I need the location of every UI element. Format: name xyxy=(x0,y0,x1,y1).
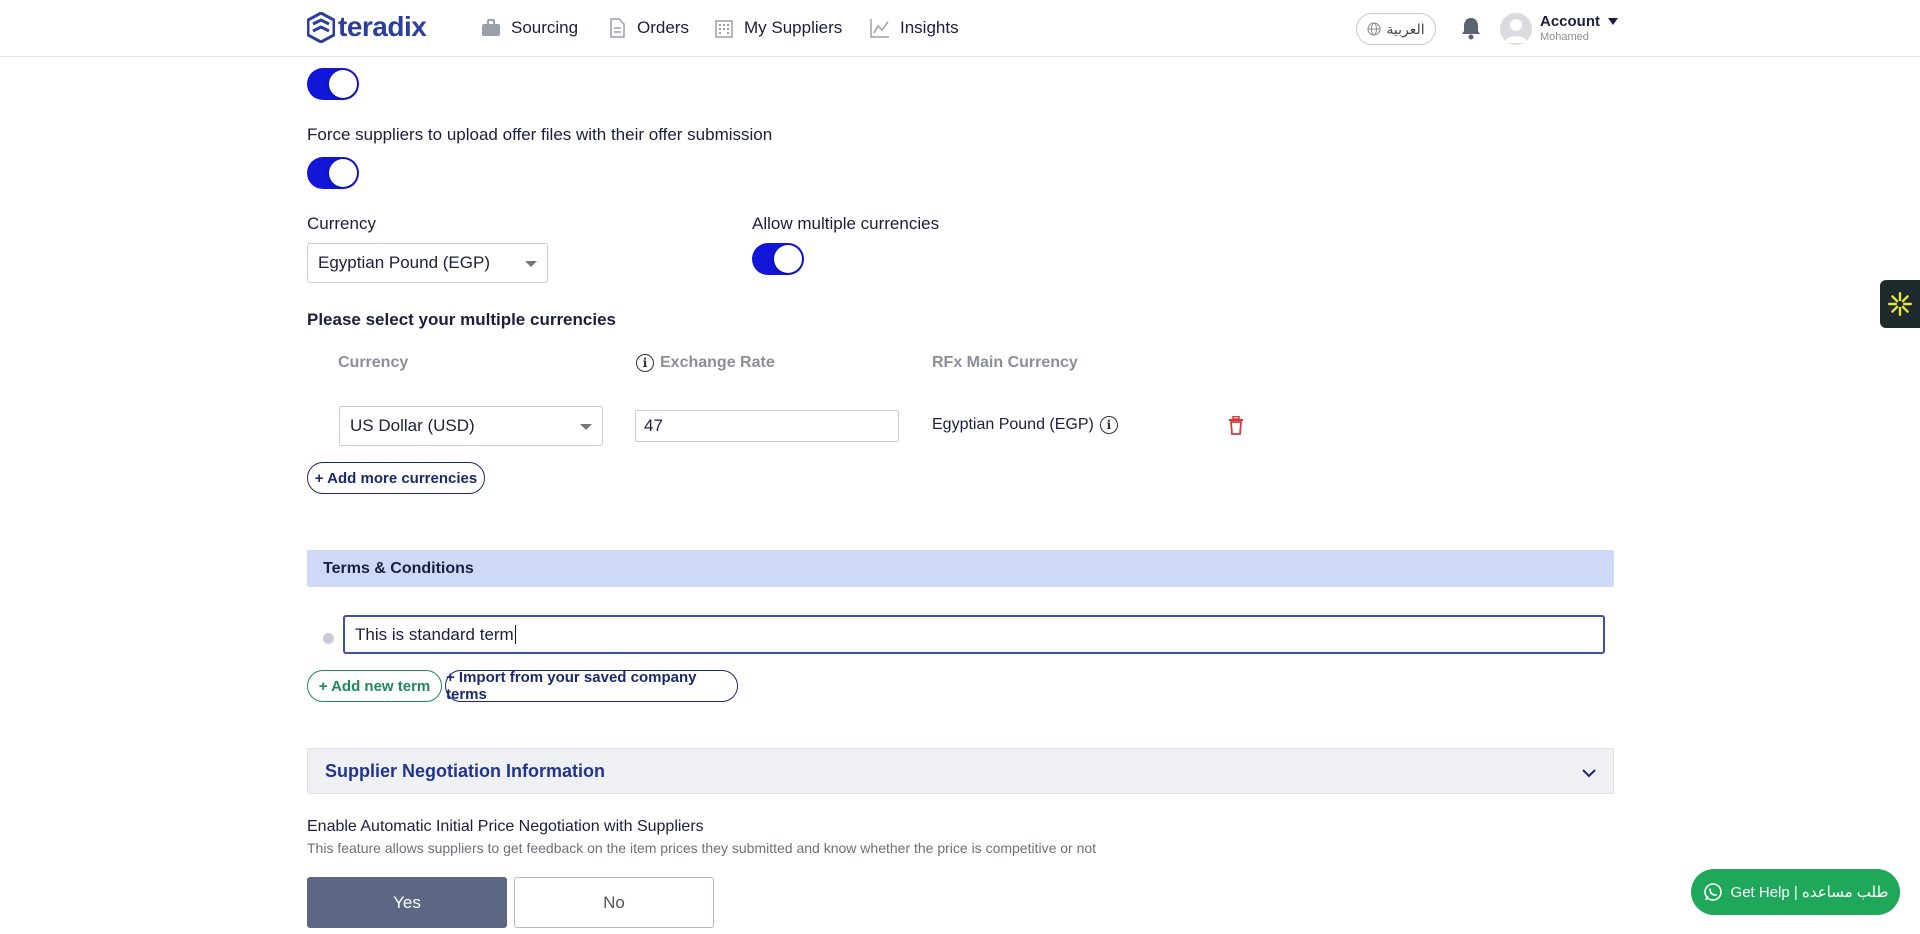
exchange-rate-header-label: Exchange Rate xyxy=(660,354,775,371)
trash-icon[interactable] xyxy=(1228,416,1244,435)
nav-my-suppliers[interactable]: My Suppliers xyxy=(714,16,842,40)
allow-multiple-currencies-label: Allow multiple currencies xyxy=(752,214,940,233)
additional-currency-select[interactable]: US Dollar (USD) xyxy=(339,406,603,446)
brand-name: teradix xyxy=(338,11,427,42)
nav-orders[interactable]: Orders xyxy=(607,16,689,40)
multiple-currencies-section-label: Please select your multiple currencies xyxy=(307,310,616,329)
language-label: العربية xyxy=(1386,20,1425,37)
building-icon xyxy=(715,20,733,38)
account-menu[interactable]: Account Mohamed xyxy=(1540,13,1618,43)
dropdown-caret-icon xyxy=(525,261,537,267)
terms-section-title: Terms & Conditions xyxy=(323,560,474,577)
get-help-label: Get Help | طلب مساعده xyxy=(1730,884,1889,901)
add-new-term-button[interactable]: + Add new term xyxy=(307,670,442,702)
info-icon[interactable]: i xyxy=(636,354,654,372)
exchange-rate-value: 47 xyxy=(644,416,663,435)
main-currency-cell: Egyptian Pound (EGP) i xyxy=(932,416,1118,434)
notification-bell-icon[interactable] xyxy=(1460,16,1482,40)
user-avatar-icon xyxy=(1504,19,1528,43)
column-header-currency: Currency xyxy=(338,354,409,371)
exchange-rate-input[interactable]: 47 xyxy=(635,410,899,442)
account-label: Account xyxy=(1540,13,1600,30)
terms-section-header: Terms & Conditions xyxy=(307,550,1614,587)
currency-label: Currency xyxy=(307,214,376,233)
supplier-negotiation-title: Supplier Negotiation Information xyxy=(325,761,605,781)
column-header-main-currency: RFx Main Currency xyxy=(932,354,1078,371)
supplier-negotiation-accordion[interactable]: Supplier Negotiation Information xyxy=(307,748,1614,794)
document-icon xyxy=(610,18,625,38)
top-navbar: teradix Sourcing Orders My Suppliers Ins… xyxy=(0,0,1920,57)
toggle-knob xyxy=(329,70,357,98)
nav-sourcing[interactable]: Sourcing xyxy=(481,16,578,40)
nav-sourcing-label: Sourcing xyxy=(511,18,579,37)
dropdown-caret-icon xyxy=(580,424,592,430)
nav-orders-label: Orders xyxy=(637,18,689,37)
text-cursor xyxy=(514,625,516,644)
get-help-button[interactable]: Get Help | طلب مساعده xyxy=(1691,869,1900,915)
globe-icon xyxy=(1367,22,1381,36)
currency-select-value: Egyptian Pound (EGP) xyxy=(318,253,490,272)
caret-down-icon xyxy=(1608,18,1618,25)
import-company-terms-button[interactable]: + Import from your saved company terms xyxy=(445,669,738,703)
toggle-knob xyxy=(329,159,357,187)
side-feedback-widget[interactable] xyxy=(1880,280,1920,328)
avatar[interactable] xyxy=(1500,13,1532,45)
force-upload-label: Force suppliers to upload offer files wi… xyxy=(307,125,773,144)
nav-insights[interactable]: Insights xyxy=(870,16,959,40)
chart-line-icon xyxy=(870,19,889,38)
term-input-value: This is standard term xyxy=(355,624,514,644)
nav-my-suppliers-label: My Suppliers xyxy=(744,18,843,37)
nav-insights-label: Insights xyxy=(900,18,959,37)
whatsapp-icon xyxy=(1703,883,1722,901)
auto-negotiation-description: This feature allows suppliers to get fee… xyxy=(307,840,1097,856)
account-name-row: Account xyxy=(1540,13,1618,30)
term-input[interactable]: This is standard term xyxy=(343,615,1605,654)
account-username: Mohamed xyxy=(1540,31,1589,43)
column-header-exchange-rate: i Exchange Rate xyxy=(636,354,775,372)
teradix-logo-icon xyxy=(307,11,335,43)
currency-select[interactable]: Egyptian Pound (EGP) xyxy=(307,243,548,283)
teradix-logo[interactable]: teradix xyxy=(307,11,427,43)
term-bullet xyxy=(323,633,334,644)
add-more-currencies-button[interactable]: + Add more currencies xyxy=(307,462,485,494)
negotiation-no-button[interactable]: No xyxy=(514,877,714,928)
info-icon[interactable]: i xyxy=(1099,416,1118,434)
auto-negotiation-label: Enable Automatic Initial Price Negotiati… xyxy=(307,818,704,835)
chevron-down-icon xyxy=(1582,769,1596,778)
toggle-knob xyxy=(774,245,802,273)
sparkle-icon xyxy=(1887,291,1913,317)
main-currency-value: Egyptian Pound (EGP) xyxy=(932,416,1094,433)
negotiation-yes-button[interactable]: Yes xyxy=(307,877,507,928)
briefcase-icon xyxy=(482,19,500,36)
additional-currency-value: US Dollar (USD) xyxy=(350,416,475,435)
force-upload-toggle[interactable] xyxy=(307,157,359,189)
allow-multiple-currencies-toggle[interactable] xyxy=(752,243,804,275)
top-setting-toggle[interactable] xyxy=(307,68,359,100)
language-switch-button[interactable]: العربية xyxy=(1356,13,1436,45)
